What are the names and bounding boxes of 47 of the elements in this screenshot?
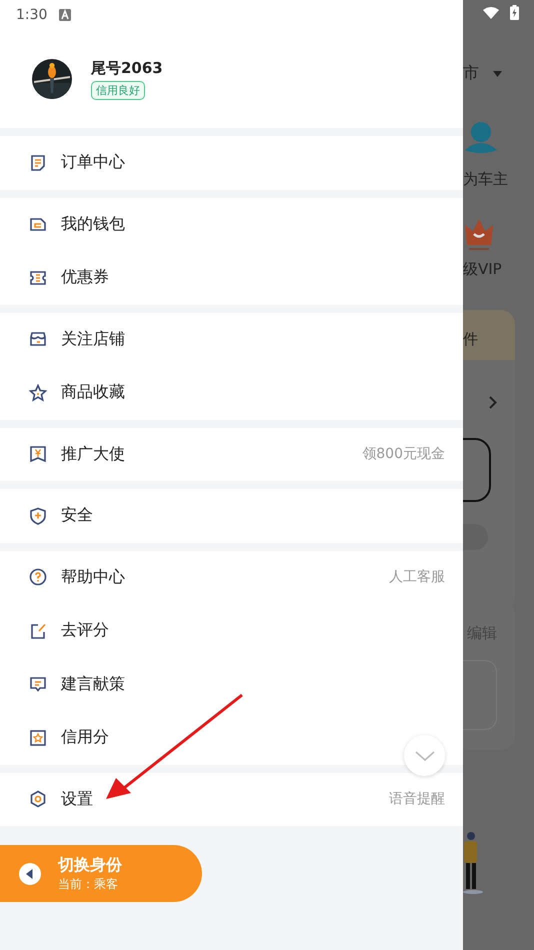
user-name: 尾号2063 xyxy=(91,58,163,78)
status-time: 1:30 xyxy=(16,7,48,23)
yen-flag-icon xyxy=(29,445,47,464)
star-badge-icon xyxy=(29,728,47,747)
switch-identity-title: 切换身份 xyxy=(58,854,122,876)
chevron-down-icon xyxy=(414,750,434,760)
notification-icon xyxy=(59,9,72,21)
edit-icon xyxy=(29,622,47,640)
city-label: 市 xyxy=(463,63,479,84)
credit-status-badge: 信用良好 xyxy=(91,80,145,100)
become-owner-label: 为车主 xyxy=(463,170,508,189)
person-icon xyxy=(464,122,498,154)
document-icon xyxy=(29,154,47,172)
person-figure-drawing xyxy=(463,830,483,894)
battery-icon xyxy=(510,5,519,20)
menu-item[interactable]: 安全 xyxy=(0,489,463,542)
back-icon xyxy=(19,862,41,884)
menu-item[interactable]: 订单中心 xyxy=(0,136,463,190)
menu-item[interactable]: 去评分 xyxy=(0,604,463,658)
menu-item[interactable]: 推广大使 领800元现金 xyxy=(0,428,463,481)
menu-item[interactable]: 关注店铺 xyxy=(0,312,463,366)
menu-item[interactable]: 优惠券 xyxy=(0,251,463,304)
chevron-right-icon xyxy=(489,396,497,409)
menu-item-note: 领800元现金 xyxy=(362,445,445,464)
caret-icon xyxy=(493,71,502,77)
menu-item-note: 人工客服 xyxy=(389,568,445,586)
message-icon xyxy=(29,675,47,694)
ticket-icon xyxy=(29,268,47,287)
menu-item[interactable]: 建言献策 xyxy=(0,658,463,711)
current-identity: 当前：乘客 xyxy=(58,876,118,892)
menu-item[interactable]: 信用分 xyxy=(0,711,463,764)
menu-item[interactable]: 帮助中心 人工客服 xyxy=(0,550,463,604)
settings-icon xyxy=(29,790,47,808)
shield-icon xyxy=(29,506,47,525)
crown-icon xyxy=(463,217,495,251)
menu-item[interactable]: 我的钱包 xyxy=(0,198,463,251)
input-box xyxy=(463,660,497,730)
help-icon xyxy=(29,568,47,586)
menu-item-note: 语音提醒 xyxy=(389,790,445,808)
card-title: 件 xyxy=(463,330,478,349)
menu-item[interactable]: 设置 语音提醒 xyxy=(0,772,463,826)
star-icon xyxy=(29,384,47,402)
wifi-icon xyxy=(483,7,499,19)
store-icon xyxy=(29,330,47,348)
menu-item[interactable]: 商品收藏 xyxy=(0,366,463,420)
wallet-icon xyxy=(29,215,47,234)
vip-label: 级VIP xyxy=(463,260,502,279)
